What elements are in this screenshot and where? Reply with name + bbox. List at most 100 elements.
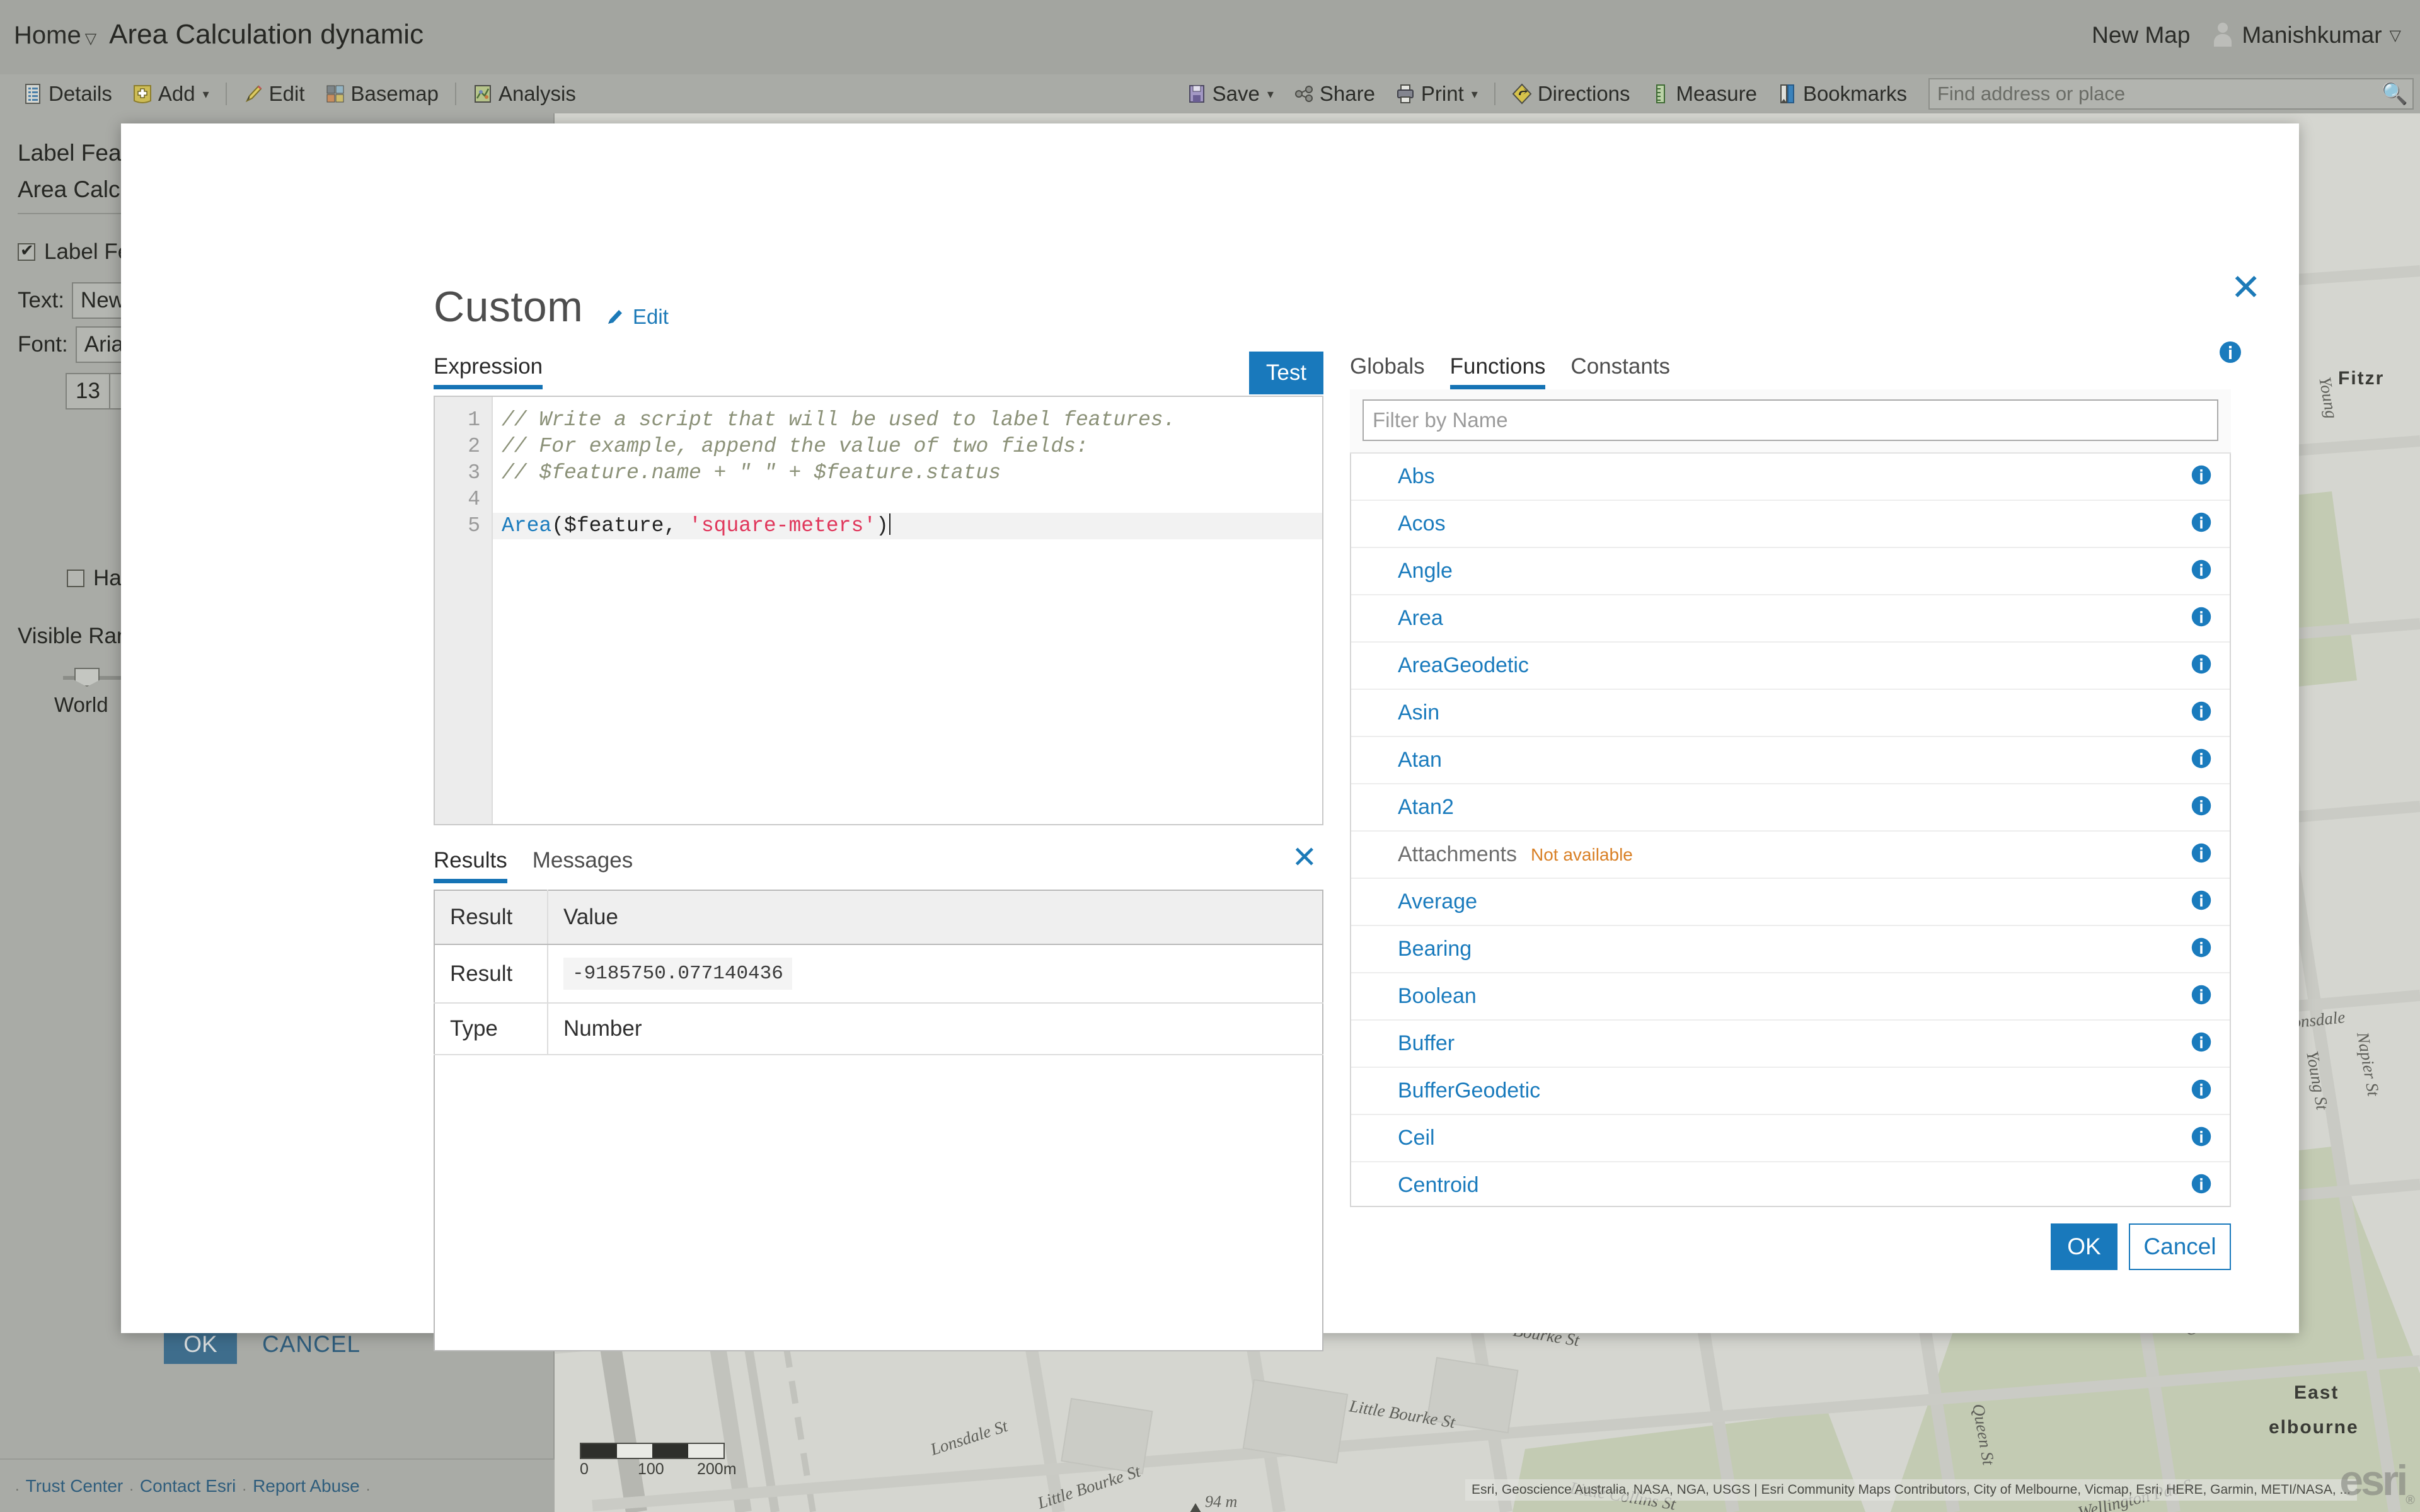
info-icon[interactable] (2191, 606, 2212, 631)
function-name[interactable]: Angle (1398, 559, 1453, 583)
function-name[interactable]: Area (1398, 606, 1443, 631)
function-list-item[interactable]: Asin (1351, 690, 2230, 737)
function-list-item[interactable]: Boolean (1351, 973, 2230, 1021)
panel-cancel-button[interactable]: CANCEL (262, 1331, 360, 1358)
chevron-down-icon[interactable]: ▽ (2390, 26, 2401, 45)
chevron-down-icon[interactable]: ▽ (85, 30, 96, 47)
function-list-item[interactable]: Attachments Not available (1351, 832, 2230, 879)
toolbar-bookmarks-button[interactable]: Bookmarks (1767, 74, 1917, 113)
function-name[interactable]: Asin (1398, 701, 1439, 725)
function-name[interactable]: Abs (1398, 464, 1435, 489)
code-text-area[interactable]: // Write a script that will be used to l… (493, 397, 1322, 824)
function-list-item[interactable]: Acos (1351, 501, 2230, 548)
slider-handle[interactable] (74, 668, 100, 687)
cancel-button[interactable]: Cancel (2129, 1223, 2231, 1270)
chevron-down-icon[interactable]: ▾ (203, 86, 209, 102)
toolbar-divider (454, 83, 456, 105)
function-list-item[interactable]: Atan2 (1351, 784, 2230, 832)
info-icon[interactable] (2191, 842, 2212, 867)
info-icon[interactable] (2191, 512, 2212, 536)
info-icon[interactable] (2191, 1126, 2212, 1150)
toolbar-share-button[interactable]: Share (1284, 74, 1385, 113)
home-label: Home (14, 21, 81, 49)
function-name[interactable]: Buffer (1398, 1031, 1455, 1056)
filter-by-name-input[interactable] (1363, 399, 2218, 441)
function-name[interactable]: AreaGeodetic (1398, 653, 1529, 678)
info-icon[interactable] (2191, 937, 2212, 961)
search-box[interactable]: 🔍 (1928, 78, 2414, 110)
info-icon[interactable] (2191, 890, 2212, 914)
close-icon[interactable]: ✕ (2230, 270, 2261, 306)
toolbar-save-button[interactable]: Save ▾ (1177, 74, 1284, 113)
info-icon[interactable] (2191, 748, 2212, 772)
checkbox-unchecked-icon[interactable] (67, 570, 84, 587)
function-name[interactable]: Ceil (1398, 1126, 1435, 1150)
function-name[interactable]: Acos (1398, 512, 1446, 536)
tab-globals[interactable]: Globals (1350, 354, 1425, 389)
toolbar-measure-button[interactable]: Measure (1640, 74, 1767, 113)
info-icon[interactable] (2191, 795, 2212, 820)
info-icon[interactable] (2191, 559, 2212, 583)
function-list-item[interactable]: Centroid (1351, 1162, 2230, 1206)
toolbar-add-button[interactable]: Add ▾ (122, 74, 219, 113)
function-list-item[interactable]: Ceil (1351, 1115, 2230, 1162)
functions-list[interactable]: Abs Acos Angle Area AreaGeodetic Asin Atan Atan… (1350, 454, 2231, 1207)
function-list-item[interactable]: Area (1351, 595, 2230, 643)
ok-button[interactable]: OK (2051, 1223, 2118, 1270)
function-name[interactable]: Average (1398, 890, 1477, 914)
toolbar-directions-button[interactable]: Directions (1502, 74, 1640, 113)
footer-link-trust-center[interactable]: Trust Center (26, 1476, 124, 1496)
tab-constants[interactable]: Constants (1570, 354, 1670, 389)
function-name[interactable]: Bearing (1398, 937, 1472, 961)
search-input[interactable] (1930, 83, 2377, 105)
chevron-down-icon[interactable]: ▾ (1472, 86, 1478, 102)
tab-functions[interactable]: Functions (1449, 354, 1545, 389)
search-icon[interactable]: 🔍 (2377, 81, 2412, 106)
function-name[interactable]: Centroid (1398, 1173, 1479, 1198)
home-menu[interactable]: Home ▽ (14, 21, 96, 50)
code-token-function: Area (502, 514, 552, 537)
code-editor[interactable]: 1 2 3 4 5 // Write a script that will be… (434, 396, 1323, 825)
function-list-item[interactable]: Bearing (1351, 926, 2230, 973)
info-icon[interactable] (2191, 1031, 2212, 1056)
toolbar-basemap-button[interactable]: Basemap (315, 74, 449, 113)
close-icon[interactable]: ✕ (1292, 843, 1317, 873)
user-menu[interactable]: Manishkumar ▽ (2211, 21, 2401, 49)
checkbox-checked-icon[interactable] (18, 241, 35, 261)
font-size-value: 13 (76, 379, 100, 403)
toolbar-details-button[interactable]: Details (13, 74, 122, 113)
test-button[interactable]: Test (1249, 352, 1323, 394)
function-name[interactable]: Atan2 (1398, 795, 1454, 820)
toolbar-edit-button[interactable]: Edit (233, 74, 315, 113)
function-name[interactable]: Atan (1398, 748, 1442, 772)
function-name[interactable]: Attachments (1398, 842, 1517, 867)
function-list-item[interactable]: Average (1351, 879, 2230, 926)
function-list-item[interactable]: Abs (1351, 454, 2230, 501)
info-icon[interactable] (2191, 701, 2212, 725)
rename-edit-button[interactable]: Edit (606, 305, 669, 329)
tab-messages[interactable]: Messages (533, 848, 633, 883)
function-list-item[interactable]: Angle (1351, 548, 2230, 595)
toolbar-analysis-button[interactable]: Analysis (463, 74, 586, 113)
footer-link-contact-esri[interactable]: Contact Esri (140, 1476, 236, 1496)
function-name[interactable]: BufferGeodetic (1398, 1079, 1540, 1103)
esri-logo: esri® (2339, 1457, 2415, 1508)
tab-expression[interactable]: Expression (434, 354, 543, 389)
info-icon[interactable] (2191, 1173, 2212, 1198)
chevron-down-icon[interactable]: ▾ (1267, 86, 1274, 102)
info-icon[interactable] (2191, 464, 2212, 489)
info-icon[interactable] (2218, 340, 2242, 367)
function-list-item[interactable]: Atan (1351, 737, 2230, 784)
footer-link-report-abuse[interactable]: Report Abuse (253, 1476, 360, 1496)
toolbar-print-button[interactable]: Print ▾ (1385, 74, 1488, 113)
function-list-item[interactable]: Buffer (1351, 1021, 2230, 1068)
new-map-button[interactable]: New Map (2092, 22, 2190, 49)
tab-results[interactable]: Results (434, 848, 507, 883)
info-icon[interactable] (2191, 1079, 2212, 1103)
function-list-item[interactable]: BufferGeodetic (1351, 1068, 2230, 1115)
info-icon[interactable] (2191, 653, 2212, 678)
app-toolbar: Details Add ▾ Edit Basemap Analysis Save… (0, 74, 2420, 113)
function-name[interactable]: Boolean (1398, 984, 1477, 1009)
info-icon[interactable] (2191, 984, 2212, 1009)
function-list-item[interactable]: AreaGeodetic (1351, 643, 2230, 690)
